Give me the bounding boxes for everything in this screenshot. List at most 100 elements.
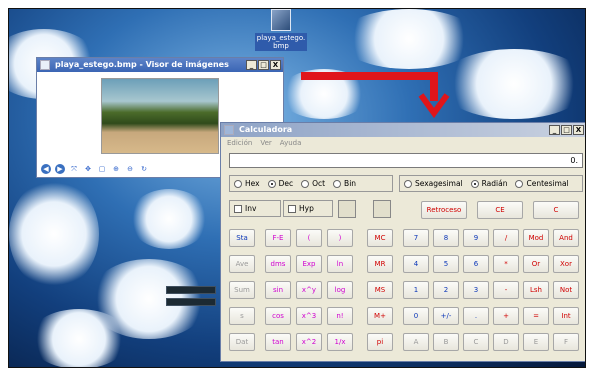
number-key[interactable]: 8: [433, 229, 459, 247]
inv-checkbox[interactable]: Inv: [234, 204, 256, 213]
stat-key[interactable]: Dat: [229, 333, 255, 351]
minimize-button[interactable]: _: [549, 125, 560, 135]
number-key[interactable]: /: [493, 229, 519, 247]
radio-oct[interactable]: Oct: [301, 179, 325, 188]
number-key[interactable]: Not: [553, 281, 579, 299]
number-key[interactable]: +: [493, 307, 519, 325]
maximize-button[interactable]: □: [258, 60, 269, 70]
angle-unit-group: Sexagesimal Radián Centesimal: [399, 175, 583, 192]
number-key[interactable]: 3: [463, 281, 489, 299]
desktop: playa_estego. bmp playa_estego.bmp - Vis…: [8, 8, 586, 368]
parenthesis-indicator: [373, 200, 391, 218]
stat-key[interactable]: Sta: [229, 229, 255, 247]
image-icon: [40, 60, 50, 70]
memory-key[interactable]: MS: [367, 281, 393, 299]
number-key[interactable]: .: [463, 307, 489, 325]
clear-entry-button[interactable]: CE: [477, 201, 523, 219]
function-key[interactable]: (: [296, 229, 322, 247]
menu-bar: Edición Ver Ayuda: [221, 137, 585, 149]
menu-help[interactable]: Ayuda: [280, 137, 302, 149]
stat-key[interactable]: s: [229, 307, 255, 325]
memory-key[interactable]: pi: [367, 333, 393, 351]
number-key[interactable]: =: [523, 307, 549, 325]
number-key[interactable]: 5: [433, 255, 459, 273]
hyp-checkbox[interactable]: Hyp: [288, 204, 314, 213]
zoom-in-icon[interactable]: ⊕: [111, 164, 121, 174]
calculator-titlebar[interactable]: Calculadora _ □ X: [221, 123, 585, 137]
backspace-button[interactable]: Retroceso: [421, 201, 467, 219]
number-key[interactable]: Int: [553, 307, 579, 325]
radio-dec[interactable]: Dec: [267, 179, 293, 188]
stat-key[interactable]: Ave: [229, 255, 255, 273]
number-key[interactable]: F: [553, 333, 579, 351]
viewer-title: playa_estego.bmp - Visor de imágenes: [55, 60, 229, 69]
number-key[interactable]: 4: [403, 255, 429, 273]
function-key[interactable]: log: [327, 281, 353, 299]
menu-view[interactable]: Ver: [260, 137, 271, 149]
close-button[interactable]: X: [270, 60, 281, 70]
clear-button[interactable]: C: [533, 201, 579, 219]
number-key[interactable]: 6: [463, 255, 489, 273]
cloud: [29, 309, 129, 367]
memory-key[interactable]: MR: [367, 255, 393, 273]
number-key[interactable]: And: [553, 229, 579, 247]
desktop-element: [166, 298, 216, 306]
calculator-display: 0.: [229, 153, 583, 168]
function-key[interactable]: x^y: [296, 281, 322, 299]
viewer-titlebar[interactable]: playa_estego.bmp - Visor de imágenes _ □…: [37, 58, 283, 72]
inv-group: Inv: [229, 200, 281, 217]
number-key[interactable]: 2: [433, 281, 459, 299]
function-key[interactable]: F-E: [265, 229, 291, 247]
radio-centesimal[interactable]: Centesimal: [515, 179, 569, 188]
number-key[interactable]: 1: [403, 281, 429, 299]
memory-key[interactable]: M+: [367, 307, 393, 325]
function-key[interactable]: n!: [327, 307, 353, 325]
number-key[interactable]: 7: [403, 229, 429, 247]
function-key[interactable]: Exp: [296, 255, 322, 273]
calculator-title: Calculadora: [239, 125, 293, 134]
memory-key[interactable]: MC: [367, 229, 393, 247]
number-key[interactable]: 0: [403, 307, 429, 325]
function-key[interactable]: 1/x: [327, 333, 353, 351]
radio-bin[interactable]: Bin: [333, 179, 356, 188]
radio-radian[interactable]: Radián: [470, 179, 507, 188]
function-key[interactable]: dms: [265, 255, 291, 273]
calculator-window: Calculadora _ □ X Edición Ver Ayuda 0. H…: [220, 122, 585, 362]
number-key[interactable]: C: [463, 333, 489, 351]
menu-edit[interactable]: Edición: [227, 137, 252, 149]
actual-size-icon[interactable]: ✥: [83, 164, 93, 174]
number-key[interactable]: +/-: [433, 307, 459, 325]
function-key[interactable]: ln: [327, 255, 353, 273]
next-icon[interactable]: ▶: [55, 164, 65, 174]
viewer-toolbar: ◀ ▶ ⤧ ✥ ▢ ⊕ ⊖ ↻: [41, 164, 149, 174]
number-key[interactable]: *: [493, 255, 519, 273]
best-fit-icon[interactable]: ⤧: [69, 164, 79, 174]
function-key[interactable]: x^3: [296, 307, 322, 325]
zoom-out-icon[interactable]: ⊖: [125, 164, 135, 174]
slideshow-icon[interactable]: ▢: [97, 164, 107, 174]
rotate-icon[interactable]: ↻: [139, 164, 149, 174]
number-key[interactable]: D: [493, 333, 519, 351]
previous-icon[interactable]: ◀: [41, 164, 51, 174]
stat-key[interactable]: Sum: [229, 281, 255, 299]
maximize-button[interactable]: □: [561, 125, 572, 135]
function-key[interactable]: ): [327, 229, 353, 247]
number-key[interactable]: B: [433, 333, 459, 351]
number-key[interactable]: Or: [523, 255, 549, 273]
number-key[interactable]: 9: [463, 229, 489, 247]
function-key[interactable]: sin: [265, 281, 291, 299]
number-key[interactable]: Lsh: [523, 281, 549, 299]
minimize-button[interactable]: _: [246, 60, 257, 70]
close-button[interactable]: X: [573, 125, 584, 135]
function-key[interactable]: tan: [265, 333, 291, 351]
number-key[interactable]: Xor: [553, 255, 579, 273]
cloud: [9, 179, 99, 289]
radio-hex[interactable]: Hex: [234, 179, 260, 188]
number-key[interactable]: Mod: [523, 229, 549, 247]
function-key[interactable]: cos: [265, 307, 291, 325]
radio-sexagesimal[interactable]: Sexagesimal: [404, 179, 463, 188]
number-key[interactable]: -: [493, 281, 519, 299]
number-key[interactable]: E: [523, 333, 549, 351]
function-key[interactable]: x^2: [296, 333, 322, 351]
number-key[interactable]: A: [403, 333, 429, 351]
